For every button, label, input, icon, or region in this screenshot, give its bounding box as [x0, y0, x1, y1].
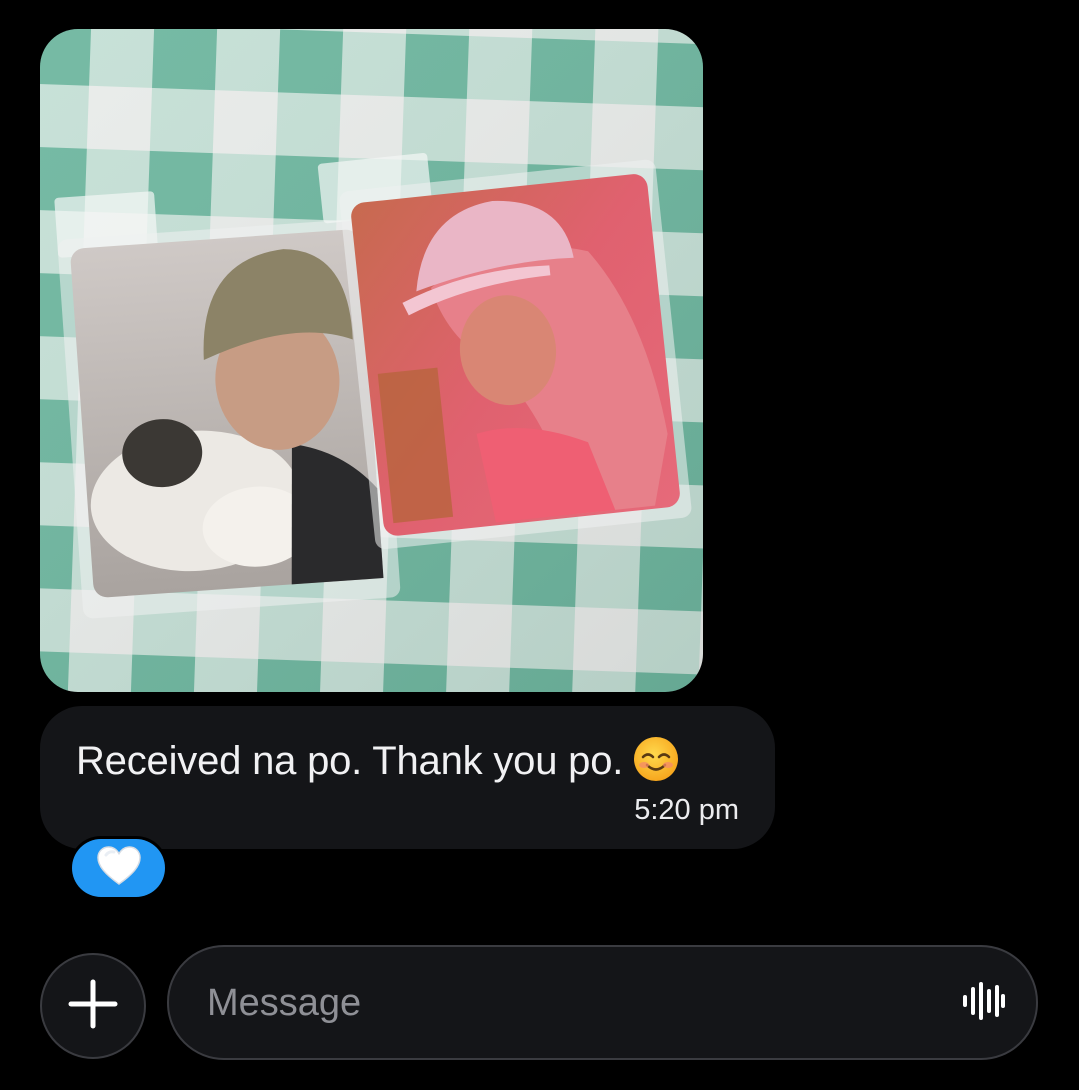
plus-icon [67, 978, 119, 1035]
audio-waveform-icon [961, 981, 1005, 1026]
message-time: 5:20 pm [634, 794, 739, 826]
message-bubble[interactable]: Received na po. Thank you po. 5:20 pm [40, 706, 775, 849]
message-field [167, 945, 1038, 1060]
reaction-pill [72, 839, 165, 897]
smiling-face-icon [633, 736, 679, 793]
message-text: Received na po. Thank you po. [76, 739, 624, 783]
white-heart-icon [96, 845, 141, 891]
add-attachment-button[interactable] [40, 953, 146, 1059]
photo-message[interactable] [40, 29, 703, 692]
message-composer [0, 940, 1079, 1070]
reaction-badge[interactable] [69, 836, 168, 900]
voice-message-button[interactable] [958, 977, 1008, 1029]
message-input[interactable] [207, 975, 907, 1031]
message-text-row: Received na po. Thank you po. [76, 736, 679, 793]
